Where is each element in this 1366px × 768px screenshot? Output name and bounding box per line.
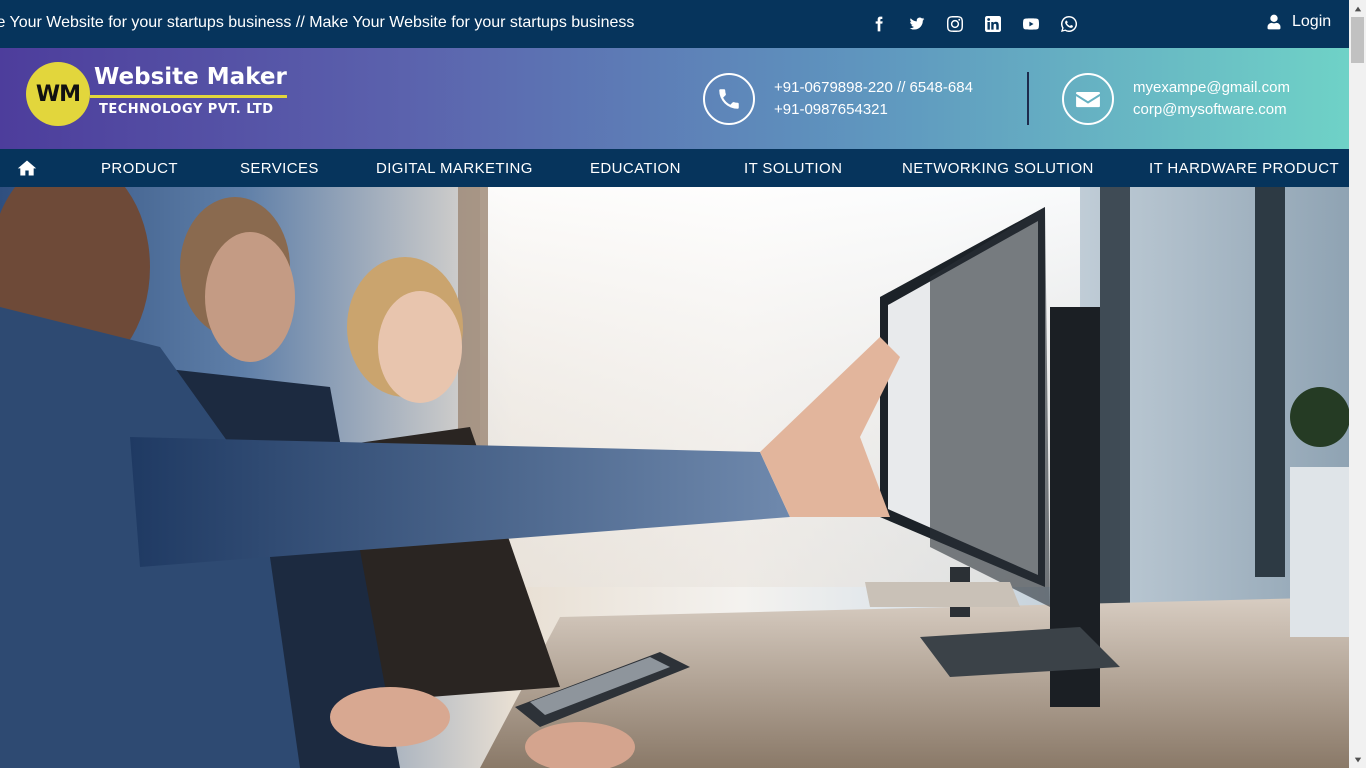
- login-link[interactable]: Login: [1266, 13, 1331, 31]
- email-addresses: myexampe@gmail.com corp@mysoftware.com: [1133, 77, 1290, 121]
- linkedin-icon[interactable]: [982, 13, 1004, 35]
- home-icon[interactable]: [17, 158, 37, 178]
- nav-item-services[interactable]: SERVICES: [240, 160, 319, 177]
- youtube-icon[interactable]: [1020, 13, 1042, 35]
- envelope-icon: [1062, 73, 1114, 125]
- phone-icon: [703, 73, 755, 125]
- twitter-icon[interactable]: [906, 13, 928, 35]
- logo-underline: [90, 95, 287, 98]
- nav-item-it-hardware-product[interactable]: IT HARDWARE PRODUCT: [1149, 160, 1339, 177]
- email-line-1[interactable]: myexampe@gmail.com: [1133, 77, 1290, 99]
- logo-subtitle: TECHNOLOGY PVT. LTD: [99, 102, 274, 117]
- logo-initials: WM: [35, 81, 81, 107]
- phone-line-2[interactable]: +91-0987654321: [774, 99, 973, 121]
- login-label: Login: [1292, 13, 1332, 30]
- email-line-2[interactable]: corp@mysoftware.com: [1133, 99, 1290, 121]
- main-nav: PRODUCT SERVICES DIGITAL MARKETING EDUCA…: [0, 149, 1349, 187]
- scroll-up-arrow-icon[interactable]: [1349, 0, 1366, 17]
- hero-banner-image: [0, 187, 1349, 768]
- logo-badge: WM: [26, 62, 90, 126]
- nav-item-education[interactable]: EDUCATION: [590, 160, 681, 177]
- top-bar: :e Your Website for your startups busine…: [0, 0, 1349, 48]
- scroll-down-arrow-icon[interactable]: [1349, 751, 1366, 768]
- phone-numbers: +91-0679898-220 // 6548-684 +91-09876543…: [774, 77, 973, 121]
- whatsapp-icon[interactable]: [1058, 13, 1080, 35]
- nav-item-digital-marketing[interactable]: DIGITAL MARKETING: [376, 160, 533, 177]
- social-links: [868, 12, 1096, 36]
- marquee-text: :e Your Website for your startups busine…: [0, 14, 635, 31]
- contact-divider: [1027, 72, 1029, 125]
- site-logo[interactable]: WM Website Maker TECHNOLOGY PVT. LTD: [26, 62, 291, 128]
- facebook-icon[interactable]: [868, 13, 890, 35]
- user-icon: [1267, 14, 1281, 30]
- site-header: WM Website Maker TECHNOLOGY PVT. LTD +91…: [0, 48, 1349, 149]
- scrollbar-thumb[interactable]: [1351, 17, 1364, 63]
- marquee: :e Your Website for your startups busine…: [0, 0, 700, 48]
- instagram-icon[interactable]: [944, 13, 966, 35]
- nav-item-product[interactable]: PRODUCT: [101, 160, 178, 177]
- nav-item-it-solution[interactable]: IT SOLUTION: [744, 160, 842, 177]
- nav-item-networking-solution[interactable]: NETWORKING SOLUTION: [902, 160, 1094, 177]
- phone-line-1[interactable]: +91-0679898-220 // 6548-684: [774, 77, 973, 99]
- page-scrollbar[interactable]: [1349, 0, 1366, 768]
- logo-title: Website Maker: [94, 64, 287, 90]
